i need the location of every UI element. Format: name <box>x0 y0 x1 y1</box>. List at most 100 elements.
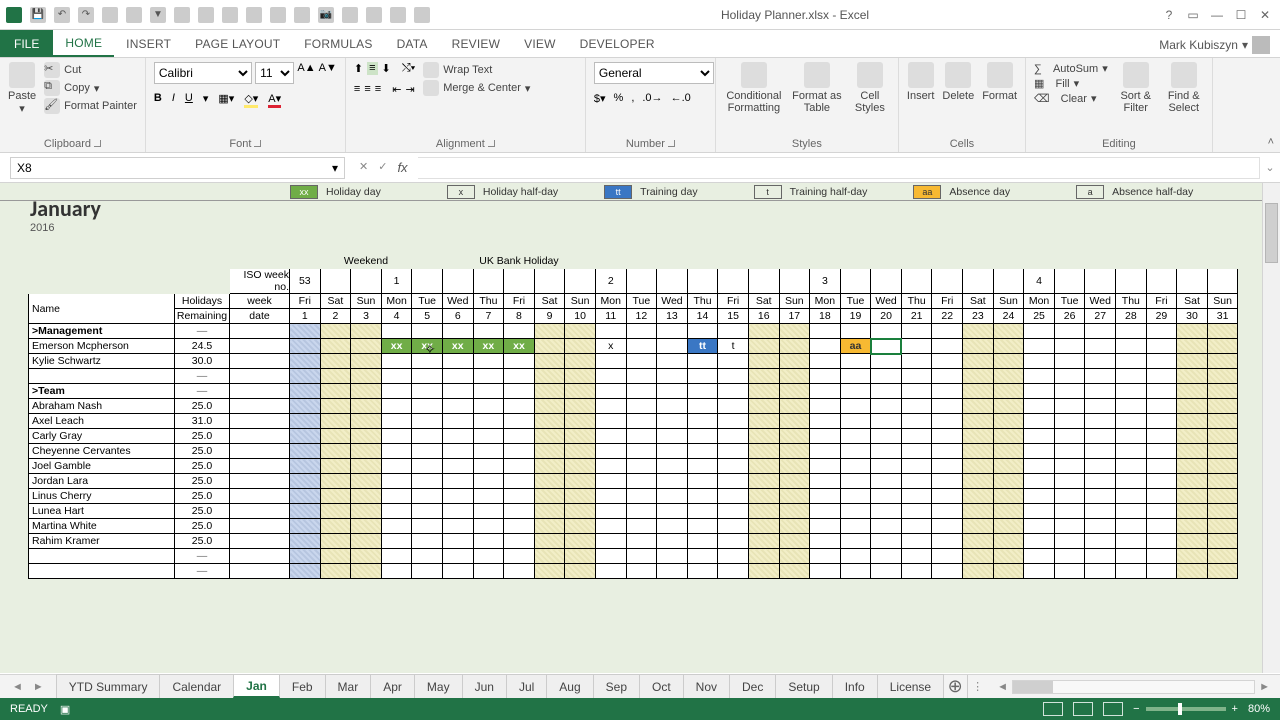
cell[interactable] <box>1207 369 1238 384</box>
paste-button[interactable]: Paste▾ <box>8 62 36 115</box>
cell[interactable] <box>657 549 688 564</box>
qat-icon[interactable] <box>294 7 310 23</box>
cell[interactable] <box>381 369 412 384</box>
sheet-tab-may[interactable]: May <box>414 674 463 698</box>
cell[interactable] <box>1207 474 1238 489</box>
dialog-launcher-icon[interactable] <box>488 140 495 147</box>
cell[interactable] <box>626 399 657 414</box>
cell[interactable] <box>1207 489 1238 504</box>
cell[interactable] <box>412 254 443 269</box>
cell[interactable] <box>534 564 565 579</box>
qat-icon[interactable] <box>414 7 430 23</box>
cell[interactable] <box>718 354 749 369</box>
delete-cells-button[interactable]: Delete <box>942 62 974 102</box>
cell[interactable] <box>1054 474 1085 489</box>
cell[interactable] <box>626 564 657 579</box>
cell[interactable] <box>320 489 351 504</box>
cell[interactable] <box>595 504 626 519</box>
cell[interactable] <box>320 429 351 444</box>
cell[interactable] <box>810 399 841 414</box>
cell[interactable] <box>993 354 1024 369</box>
header-date-num[interactable]: 2 <box>320 309 351 324</box>
cell[interactable] <box>473 474 504 489</box>
align-right-icon[interactable]: ≡ <box>375 83 381 96</box>
cell[interactable] <box>1024 384 1055 399</box>
cell[interactable] <box>1054 549 1085 564</box>
cell[interactable] <box>748 504 779 519</box>
format-cells-button[interactable]: Format <box>982 62 1017 102</box>
cell[interactable] <box>871 534 902 549</box>
cell[interactable] <box>963 429 994 444</box>
cell[interactable] <box>565 414 596 429</box>
cell[interactable] <box>779 429 810 444</box>
sheet-tab-jun[interactable]: Jun <box>462 674 507 698</box>
cell[interactable] <box>351 384 382 399</box>
cell[interactable] <box>871 474 902 489</box>
cell[interactable] <box>840 269 871 294</box>
signed-in-user[interactable]: Mark Kubiszyn▾ <box>1159 36 1270 54</box>
cell[interactable] <box>473 269 504 294</box>
cell[interactable] <box>290 504 321 519</box>
cell[interactable] <box>442 384 473 399</box>
find-select-button[interactable]: Find & Select <box>1164 62 1204 114</box>
cell[interactable] <box>840 369 871 384</box>
cell[interactable] <box>504 549 535 564</box>
cell[interactable] <box>993 564 1024 579</box>
italic-button[interactable]: I <box>172 92 175 108</box>
cell[interactable] <box>779 384 810 399</box>
cell[interactable] <box>442 369 473 384</box>
cell[interactable] <box>657 504 688 519</box>
cell[interactable] <box>963 474 994 489</box>
cell[interactable] <box>442 429 473 444</box>
cell[interactable] <box>1116 534 1147 549</box>
cell[interactable] <box>1085 384 1116 399</box>
cell[interactable] <box>381 354 412 369</box>
cell[interactable] <box>565 489 596 504</box>
cell[interactable]: xx <box>442 339 473 354</box>
cell[interactable] <box>1024 564 1055 579</box>
cell[interactable] <box>657 474 688 489</box>
cell[interactable] <box>810 519 841 534</box>
header-day[interactable]: Sat <box>534 294 565 309</box>
header-day[interactable]: Mon <box>1024 294 1055 309</box>
cell[interactable] <box>1085 444 1116 459</box>
cell[interactable] <box>290 459 321 474</box>
formula-input[interactable] <box>418 157 1260 179</box>
cell[interactable] <box>412 444 443 459</box>
holidays-remaining[interactable]: — <box>175 369 230 384</box>
cell[interactable] <box>748 354 779 369</box>
close-icon[interactable]: ✕ <box>1258 8 1272 22</box>
planner-table[interactable]: WeekendUK Bank HolidayISO week no.531234… <box>28 253 1238 579</box>
cell[interactable] <box>595 414 626 429</box>
cell[interactable] <box>1207 269 1238 294</box>
cell[interactable] <box>1177 354 1208 369</box>
cell[interactable] <box>595 399 626 414</box>
sheet-tab-apr[interactable]: Apr <box>370 674 415 698</box>
header-day[interactable]: Sat <box>963 294 994 309</box>
cell[interactable] <box>351 489 382 504</box>
macro-record-icon[interactable]: ▣ <box>60 703 70 716</box>
header-date-num[interactable]: 1 <box>290 309 321 324</box>
cell[interactable] <box>565 444 596 459</box>
cell[interactable] <box>1177 504 1208 519</box>
cell[interactable] <box>534 429 565 444</box>
cell[interactable] <box>320 399 351 414</box>
cell[interactable] <box>687 414 718 429</box>
header-date-num[interactable]: 27 <box>1085 309 1116 324</box>
group-row-name[interactable]: >Team <box>29 384 175 399</box>
cell[interactable] <box>963 534 994 549</box>
cell[interactable] <box>810 504 841 519</box>
cell[interactable] <box>1146 489 1177 504</box>
orientation-icon[interactable]: ⤭▾ <box>402 62 415 75</box>
cell[interactable] <box>963 384 994 399</box>
sheet-tab-oct[interactable]: Oct <box>639 674 684 698</box>
cell[interactable] <box>473 564 504 579</box>
copy-button[interactable]: ⧉Copy ▾ <box>44 80 137 96</box>
cell[interactable] <box>1207 534 1238 549</box>
header-day[interactable]: Sat <box>748 294 779 309</box>
cell[interactable] <box>473 534 504 549</box>
cell[interactable] <box>1024 549 1055 564</box>
cell[interactable] <box>412 354 443 369</box>
cell[interactable] <box>901 369 932 384</box>
sheet-tab-jul[interactable]: Jul <box>506 674 547 698</box>
